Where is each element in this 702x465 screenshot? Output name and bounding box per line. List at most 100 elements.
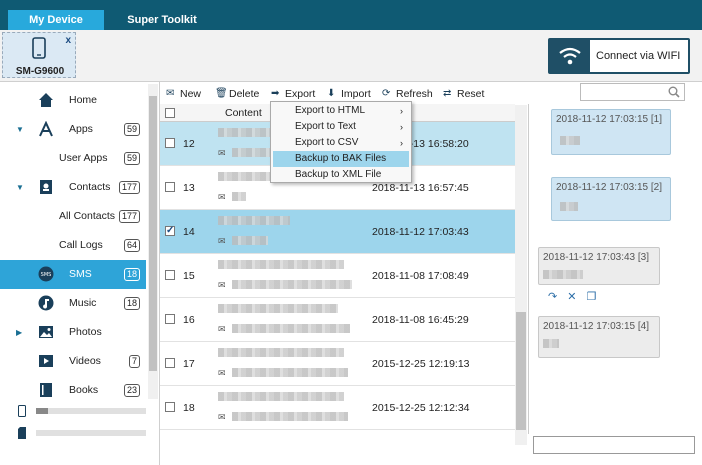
content-column-header[interactable]: Content xyxy=(225,107,262,119)
submenu-arrow-icon: › xyxy=(400,106,403,116)
menu-item-backup-xml[interactable]: Backup to XML File xyxy=(273,167,409,183)
blurred-preview xyxy=(232,236,268,245)
message-bubble-incoming[interactable]: 2018-11-12 17:03:15 [4] xyxy=(538,316,660,358)
row-checkbox[interactable] xyxy=(165,182,175,192)
message-date: 2018-11-12 17:03:15 xyxy=(543,321,636,332)
device-card[interactable]: x SM-G9600 xyxy=(2,32,76,78)
refresh-icon: ⟳ xyxy=(382,88,391,99)
row-date: 2018-11-12 17:03:43 xyxy=(372,226,469,238)
count-badge: 59 xyxy=(123,123,140,136)
sidebar-item-label: Home xyxy=(69,94,98,106)
copy-icon[interactable]: ❐ xyxy=(586,290,596,303)
wifi-icon xyxy=(550,40,590,72)
tab-my-device[interactable]: My Device xyxy=(8,10,104,30)
menu-item-label: Backup to BAK Files xyxy=(295,153,387,164)
reply-input[interactable] xyxy=(533,436,695,454)
sidebar-item-sms[interactable]: SMS SMS 18 xyxy=(0,260,146,289)
blurred-contact xyxy=(218,216,290,225)
export-arrow-icon: ➡ xyxy=(271,88,280,99)
blurred-contact xyxy=(218,348,344,357)
blurred-preview xyxy=(232,280,352,289)
menu-item-label: Export to Text xyxy=(295,121,356,132)
sidebar-item-photos[interactable]: ▶ Photos xyxy=(0,318,146,347)
storage-fill xyxy=(36,408,48,414)
menu-item-label: Export to HTML xyxy=(295,105,366,116)
sd-storage-bar xyxy=(36,430,146,436)
row-date: 2018-11-13 16:57:45 xyxy=(372,182,469,194)
reset-button[interactable]: ⇄ Reset xyxy=(443,88,484,100)
refresh-label: Refresh xyxy=(396,88,433,100)
message-index: [4] xyxy=(637,321,650,332)
row-checkbox[interactable] xyxy=(165,402,175,412)
row-checkbox[interactable] xyxy=(165,314,175,324)
sidebar-item-label: Videos xyxy=(69,355,101,367)
tab-super-toolkit[interactable]: Super Toolkit xyxy=(110,10,214,30)
menu-item-backup-bak[interactable]: Backup to BAK Files xyxy=(273,151,409,167)
table-row[interactable]: 14 ✉ 2018-11-12 17:03:43 xyxy=(160,210,515,254)
blurred-preview xyxy=(232,324,350,333)
row-date: 2015-12-25 12:19:13 xyxy=(372,358,470,370)
blurred-message xyxy=(543,339,559,348)
search-input[interactable] xyxy=(580,83,685,101)
sidebar-item-label: Apps xyxy=(69,123,93,135)
home-icon xyxy=(39,93,53,107)
message-bubble-incoming[interactable]: 2018-11-12 17:03:43 [3] xyxy=(538,247,660,285)
sidebar-item-all-contacts[interactable]: All Contacts 177 xyxy=(0,202,146,231)
menu-item-export-csv[interactable]: Export to CSV › xyxy=(273,135,409,151)
sidebar-item-label: All Contacts xyxy=(59,210,116,222)
sidebar-item-home[interactable]: Home xyxy=(0,86,146,115)
row-checkbox[interactable] xyxy=(165,138,175,148)
message-date: 2018-11-12 17:03:15 xyxy=(556,182,649,193)
forward-icon[interactable]: ↷ xyxy=(548,290,557,303)
message-date: 2018-11-12 17:03:15 xyxy=(556,114,649,125)
count-badge: 18 xyxy=(123,268,140,281)
message-bubble-outgoing[interactable]: 2018-11-12 17:03:15 [2] xyxy=(551,177,671,221)
sidebar-item-call-logs[interactable]: Call Logs 64 xyxy=(0,231,146,260)
device-close-icon[interactable]: x xyxy=(65,35,71,46)
sidebar-item-label: User Apps xyxy=(59,152,108,164)
music-icon xyxy=(38,295,54,311)
menu-item-export-html[interactable]: Export to HTML › xyxy=(273,103,409,119)
row-date: 2015-12-25 12:12:34 xyxy=(372,402,470,414)
delete-message-icon[interactable]: ✕ xyxy=(567,290,576,303)
expand-arrow-icon[interactable]: ▶ xyxy=(16,328,22,337)
sidebar-item-books[interactable]: Books 23 xyxy=(0,376,146,405)
message-bubble-outgoing[interactable]: 2018-11-12 17:03:15 [1] xyxy=(551,109,671,155)
expand-arrow-icon[interactable]: ▼ xyxy=(16,183,24,192)
sidebar-item-apps[interactable]: ▼ Apps 59 xyxy=(0,115,146,144)
sidebar-item-label: Photos xyxy=(69,326,102,338)
table-row[interactable]: 16 ✉ 2018-11-08 16:45:29 xyxy=(160,298,515,342)
export-button[interactable]: ➡ Export xyxy=(271,88,315,100)
blurred-message xyxy=(560,136,580,145)
new-label: New xyxy=(180,88,202,100)
refresh-button[interactable]: ⟳ Refresh xyxy=(382,88,433,100)
expand-arrow-icon[interactable]: ▼ xyxy=(16,125,24,134)
phone-icon xyxy=(32,37,46,59)
list-scroll-thumb[interactable] xyxy=(516,312,526,430)
connect-wifi-button[interactable]: Connect via WIFI xyxy=(548,38,690,74)
menu-item-export-text[interactable]: Export to Text › xyxy=(273,119,409,135)
table-row[interactable]: 15 ✉ 2018-11-08 17:08:49 xyxy=(160,254,515,298)
message-envelope-icon: ✉ xyxy=(218,236,226,246)
new-button[interactable]: ✉ New xyxy=(166,88,201,100)
message-actions: ↷ ✕ ❐ xyxy=(548,290,608,303)
sidebar-item-videos[interactable]: Videos 7 xyxy=(0,347,146,376)
blurred-contact xyxy=(218,260,344,269)
menu-item-label: Backup to XML File xyxy=(295,169,382,180)
import-arrow-icon: ⬇ xyxy=(327,88,336,99)
delete-button[interactable]: 🗑 Delete xyxy=(215,88,259,100)
sidebar-item-label: Call Logs xyxy=(59,239,103,251)
top-bar xyxy=(0,0,702,30)
sidebar-item-contacts[interactable]: ▼ Contacts 177 xyxy=(0,173,146,202)
new-message-icon: ✉ xyxy=(166,88,175,99)
row-checkbox[interactable] xyxy=(165,225,175,236)
import-button[interactable]: ⬇ Import xyxy=(327,88,371,100)
table-row[interactable]: 18 ✉ 2015-12-25 12:12:34 xyxy=(160,386,515,430)
sidebar-scroll-thumb[interactable] xyxy=(149,96,157,371)
select-all-checkbox[interactable] xyxy=(165,108,175,118)
row-checkbox[interactable] xyxy=(165,358,175,368)
table-row[interactable]: 17 ✉ 2015-12-25 12:19:13 xyxy=(160,342,515,386)
sidebar-item-music[interactable]: Music 18 xyxy=(0,289,146,318)
sidebar-item-user-apps[interactable]: User Apps 59 xyxy=(0,144,146,173)
row-checkbox[interactable] xyxy=(165,270,175,280)
